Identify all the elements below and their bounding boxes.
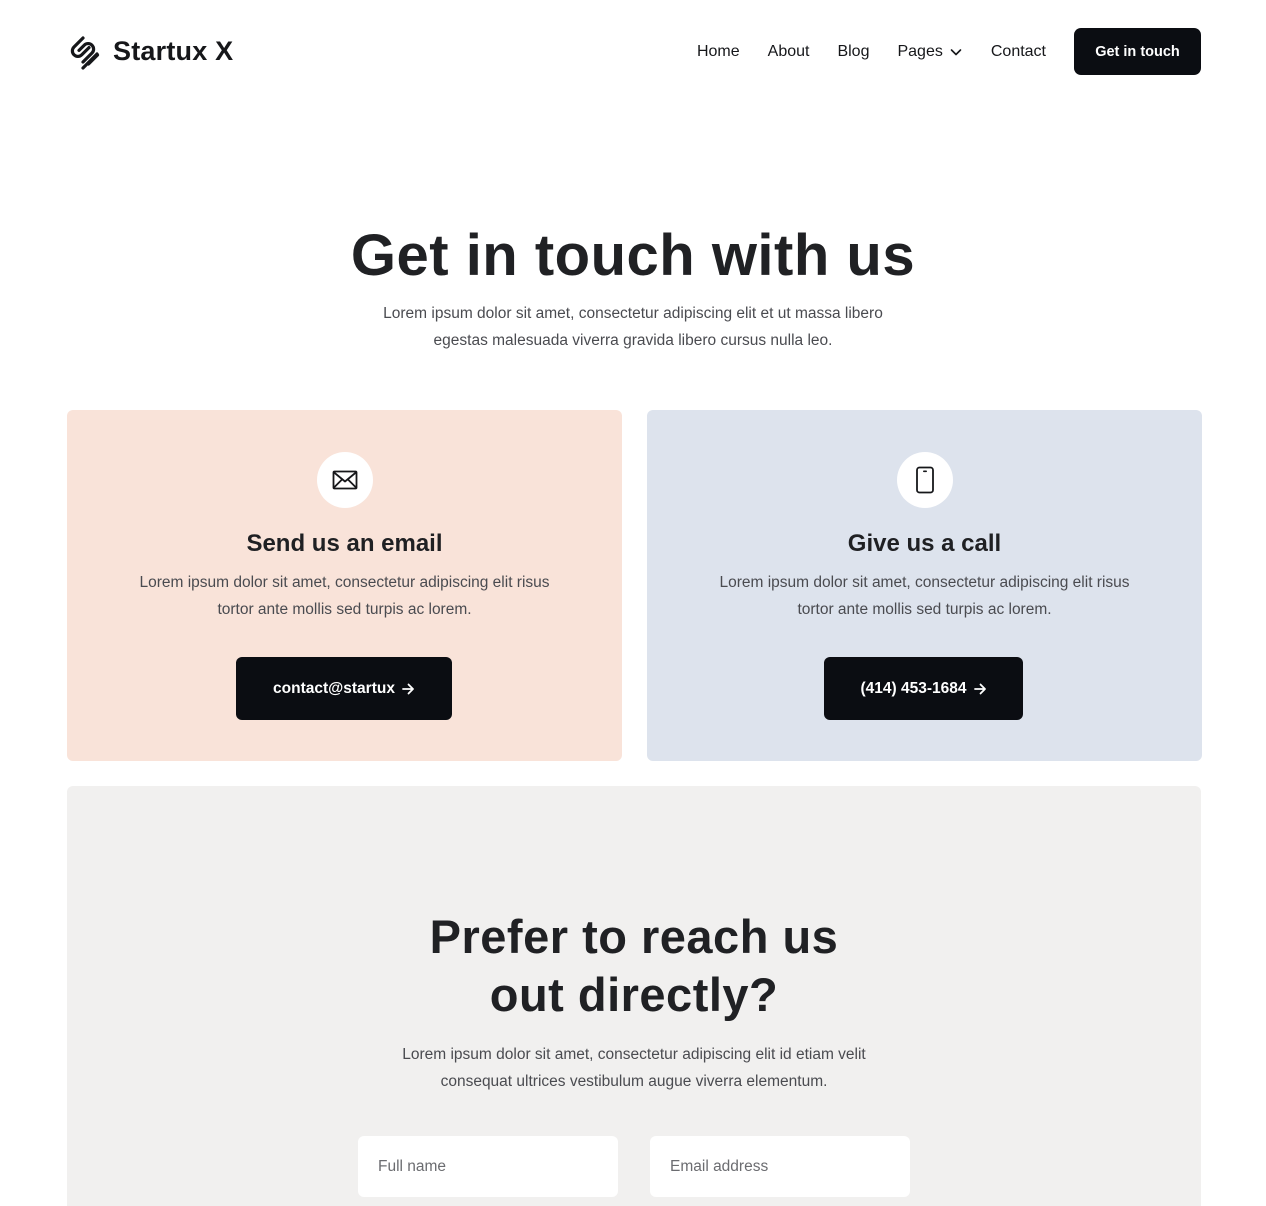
direct-contact-subtitle: Lorem ipsum dolor sit amet, consectetur … <box>402 1046 866 1090</box>
full-name-input[interactable] <box>358 1136 618 1197</box>
arrow-right-icon <box>973 683 986 694</box>
page-title: Get in touch with us <box>350 223 916 288</box>
page-subtitle: Lorem ipsum dolor sit amet, consectetur … <box>383 305 883 349</box>
nav-item-about[interactable]: About <box>768 43 810 61</box>
nav-item-label: Blog <box>837 42 870 60</box>
phone-call-button[interactable]: (414) 453-1684 <box>824 657 1023 720</box>
nav-item-label: About <box>767 42 810 60</box>
brand-logo-link[interactable]: Startux X <box>67 33 233 71</box>
main-nav: Home About Blog Pages Contact Get in tou… <box>697 28 1201 75</box>
site-header: Startux X Home About Blog Pages Contact … <box>67 28 1201 75</box>
call-card: Give us a call Lorem ipsum dolor sit ame… <box>647 410 1202 761</box>
nav-item-home[interactable]: Home <box>697 43 740 61</box>
nav-item-label: Contact <box>990 42 1046 60</box>
link-chain-logo-icon <box>70 35 100 70</box>
email-contact-button[interactable]: contact@startux <box>236 657 452 720</box>
envelope-icon <box>332 470 358 490</box>
arrow-right-icon <box>402 683 414 694</box>
email-contact-label: contact@startux <box>273 679 395 697</box>
email-address-input[interactable] <box>650 1136 910 1197</box>
direct-contact-section: Prefer to reach us out directly? Lorem i… <box>67 786 1201 1206</box>
direct-contact-title-line: out directly? <box>489 968 779 1021</box>
brand-name: Startux X <box>113 36 234 66</box>
call-card-title: Give us a call <box>847 530 1002 557</box>
chevron-down-icon <box>950 48 962 55</box>
nav-item-blog[interactable]: Blog <box>837 43 869 61</box>
envelope-icon-badge <box>317 452 373 508</box>
nav-item-label: Pages <box>897 42 943 60</box>
nav-item-contact[interactable]: Contact <box>991 43 1046 61</box>
email-card: Send us an email Lorem ipsum dolor sit a… <box>67 410 622 761</box>
email-card-description: Lorem ipsum dolor sit amet, consectetur … <box>139 574 550 618</box>
call-card-description: Lorem ipsum dolor sit amet, consectetur … <box>719 574 1130 618</box>
phone-icon <box>916 466 934 494</box>
direct-contact-title-line: Prefer to reach us <box>429 910 839 963</box>
phone-icon-badge <box>897 452 953 508</box>
get-in-touch-button[interactable]: Get in touch <box>1074 28 1201 75</box>
email-card-title: Send us an email <box>246 530 443 557</box>
nav-item-label: Home <box>696 42 740 60</box>
phone-call-label: (414) 453-1684 <box>860 679 967 697</box>
direct-contact-title: Prefer to reach us out directly? <box>67 908 1201 1024</box>
nav-item-pages-dropdown[interactable]: Pages <box>897 43 962 61</box>
